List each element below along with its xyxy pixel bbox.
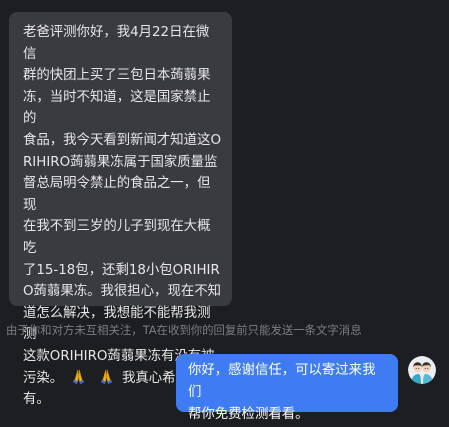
outgoing-message-text: 你好，感谢信任，可以寄过来我们 帮你免费检测看看。 xyxy=(188,363,376,422)
system-notice: 由于你和对方未互相关注，TA在收到你的回复前只能发送一条文字消息 xyxy=(6,323,362,337)
folded-hands-emoji-icon xyxy=(70,368,87,385)
user-avatar-icon[interactable] xyxy=(408,356,436,384)
incoming-message-text: 老爸评测你好，我4月22日在微信 群的快团上买了三包日本蒟蒻果 冻，当时不知道，… xyxy=(23,22,222,411)
incoming-message-bubble[interactable]: 老爸评测你好，我4月22日在微信 群的快团上买了三包日本蒟蒻果 冻，当时不知道，… xyxy=(9,12,232,407)
folded-hands-emoji-icon xyxy=(98,368,115,385)
outgoing-message-bubble[interactable]: 你好，感谢信任，可以寄过来我们 帮你免费检测看看。 xyxy=(176,354,398,422)
